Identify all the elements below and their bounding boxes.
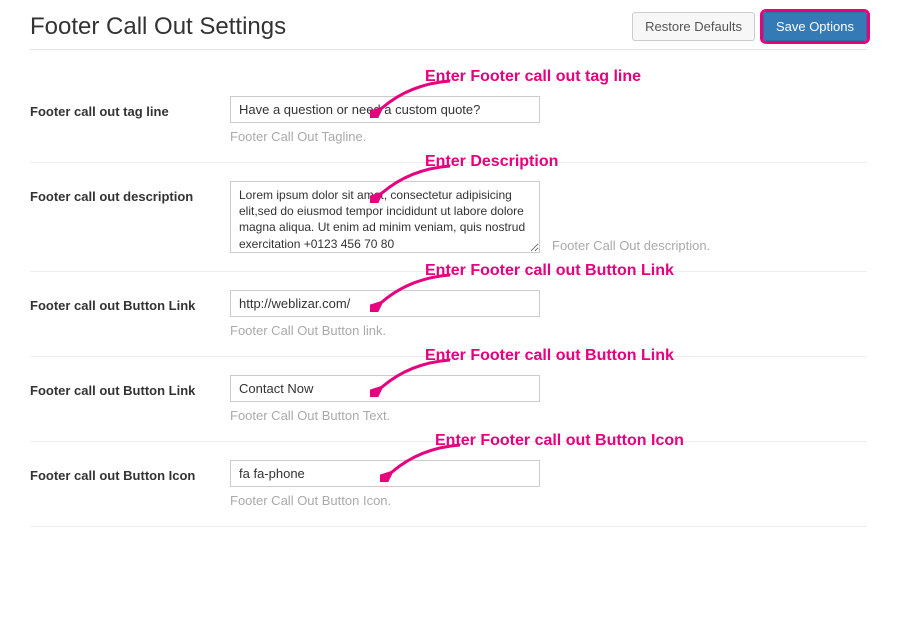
annotation-tagline: Enter Footer call out tag line (425, 68, 641, 86)
button-link-input[interactable] (230, 290, 540, 317)
tagline-input[interactable] (230, 96, 540, 123)
restore-defaults-button[interactable]: Restore Defaults (632, 12, 755, 41)
description-hint: Footer Call Out description. (552, 238, 710, 253)
field-row-button-text: Footer call out Button Link Enter Footer… (30, 357, 867, 442)
button-icon-hint: Footer Call Out Button Icon. (230, 493, 867, 508)
tagline-hint: Footer Call Out Tagline. (230, 129, 867, 144)
page-header: Footer Call Out Settings Restore Default… (30, 0, 867, 50)
header-buttons: Restore Defaults Save Options (632, 12, 867, 41)
field-row-tagline: Footer call out tag line Enter Footer ca… (30, 78, 867, 163)
field-label-tagline: Footer call out tag line (30, 96, 230, 119)
field-row-button-link: Footer call out Button Link Enter Footer… (30, 272, 867, 357)
page-title: Footer Call Out Settings (30, 13, 286, 41)
button-text-input[interactable] (230, 375, 540, 402)
field-label-button-icon: Footer call out Button Icon (30, 460, 230, 483)
field-row-description: Footer call out description Enter Descri… (30, 163, 867, 272)
button-text-hint: Footer Call Out Button Text. (230, 408, 867, 423)
field-row-button-icon: Footer call out Button Icon Enter Footer… (30, 442, 867, 527)
field-label-description: Footer call out description (30, 181, 230, 204)
description-textarea[interactable] (230, 181, 540, 253)
field-label-button-text: Footer call out Button Link (30, 375, 230, 398)
field-label-button-link: Footer call out Button Link (30, 290, 230, 313)
button-link-hint: Footer Call Out Button link. (230, 323, 867, 338)
save-options-button[interactable]: Save Options (763, 12, 867, 41)
button-icon-input[interactable] (230, 460, 540, 487)
